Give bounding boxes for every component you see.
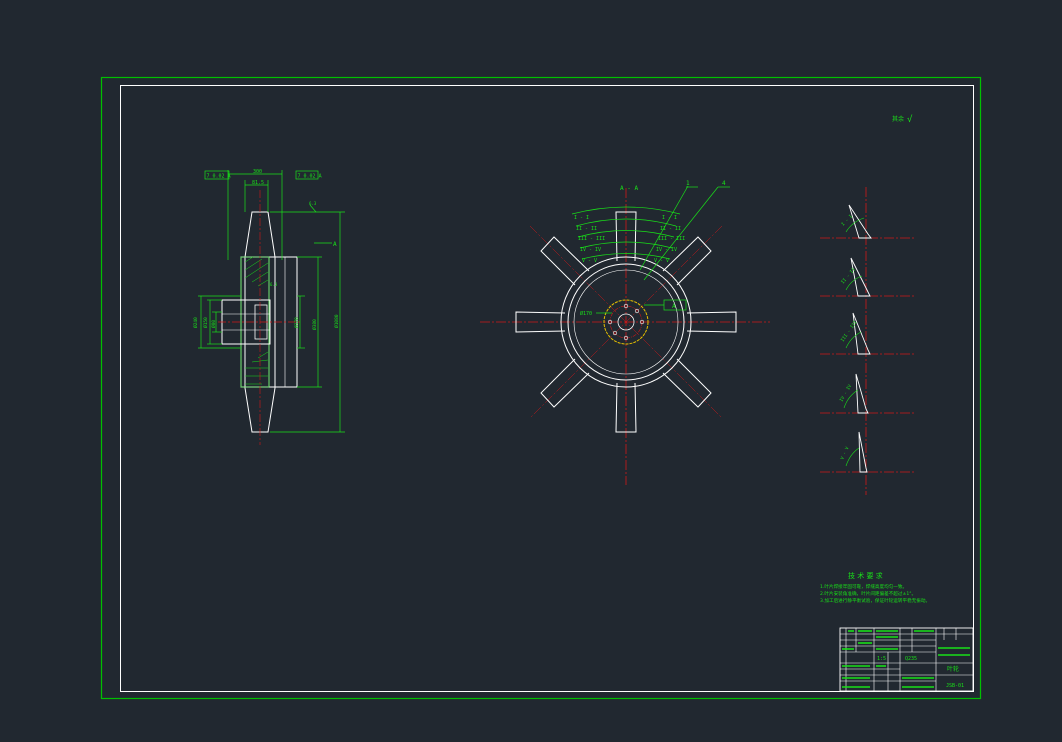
cad-drawing-canvas: 7 0.02 A 300 81.5 7 0.02 A A 6.3 6.3 Ø24… (100, 76, 982, 700)
side-view-dim-left-3: Ø80 (210, 320, 217, 328)
front-view-section-mark-right-3: III - III (658, 236, 685, 242)
front-view-section-mark-4: IV - IV (580, 247, 601, 253)
side-view-cut-marker: A (333, 241, 337, 248)
tech-requirements-title: 技 术 要 求 (848, 571, 883, 580)
side-view-hatch-lines (244, 256, 269, 385)
front-view-leader-1: 1 (686, 180, 690, 187)
front-view-section-label: A - A (620, 185, 638, 192)
blade-sections: I - I II - II III - III IV - IV V - V (820, 187, 914, 495)
side-view-roughness-1: 6.3 (309, 201, 317, 206)
side-view-tol-right-text: 7 0.02 A (298, 174, 322, 180)
title-block-name: 叶轮 (947, 665, 959, 673)
tech-requirements-line-2: 2.叶片安装角准确，叶片间距偏差不超过±1°。 (820, 590, 916, 597)
side-view-dim-left-2: Ø150 (202, 317, 209, 328)
front-view-hub-dim: Ø170 (580, 310, 592, 317)
title-block-scale: 1:5 (877, 656, 886, 662)
side-view-dimensions (198, 170, 345, 433)
front-view-section-mark-5: V - V (582, 258, 597, 264)
tech-requirements: 技 术 要 求 1.叶片焊接牢固可靠，焊缝高度均匀一致。 2.叶片安装角准确，叶… (820, 571, 930, 604)
front-view-section-mark-right-2: II - II (660, 226, 681, 232)
side-view-dim-right-3: Ø1080 (333, 314, 340, 328)
side-view: 7 0.02 A 300 81.5 7 0.02 A A 6.3 6.3 Ø24… (192, 169, 345, 445)
side-view-dim-right-1: Ø370 (293, 317, 300, 328)
front-view-section-mark-right-5: V - V (654, 258, 669, 264)
side-view-dim-right-2: Ø380 (311, 319, 318, 330)
front-view-datum: A (672, 303, 676, 310)
tech-requirements-line-3: 3.加工后进行静平衡试验，保证叶轮运转平稳无振动。 (820, 597, 930, 604)
front-view-section-mark-right-4: IV - IV (656, 247, 677, 253)
title-block: 叶轮 JSB-01 Q235 1:5 (839, 627, 974, 692)
front-view-leader-2: 4 (722, 180, 726, 187)
front-view-section-mark-3: III - III (578, 236, 605, 242)
front-view-section-mark-right-1: I - I (662, 215, 677, 221)
front-view-section-mark-2: II - II (576, 226, 597, 232)
title-block-material: Q235 (905, 656, 917, 662)
side-view-dim-top: 300 (253, 169, 262, 175)
blade-section-5: V - V (820, 431, 914, 473)
blade-section-2: II - II (820, 257, 914, 297)
roughness-note-prefix: 其余 (892, 115, 904, 123)
side-view-roughness-2: 6.3 (270, 282, 278, 287)
blade-section-1: I - I (820, 204, 914, 239)
roughness-note-symbol: √ (907, 114, 913, 125)
blade-section-4-label: IV - IV (839, 383, 854, 403)
front-view-section-mark-1: I - I (574, 215, 589, 221)
side-view-dim-top-sub: 81.5 (252, 180, 264, 186)
blade-section-3: III - III (820, 312, 914, 355)
side-view-tol-left-text: 7 0.02 A (207, 174, 231, 180)
side-view-dim-left-1: Ø240 (192, 317, 199, 328)
title-block-drawing-no: JSB-01 (946, 683, 964, 689)
front-view: A - A 1 4 I - I II - II III - III IV - I… (480, 180, 770, 485)
blade-section-4: IV - IV (820, 373, 914, 414)
roughness-note: 其余 √ (892, 114, 913, 125)
tech-requirements-line-1: 1.叶片焊接牢固可靠，焊缝高度均匀一致。 (820, 583, 907, 590)
